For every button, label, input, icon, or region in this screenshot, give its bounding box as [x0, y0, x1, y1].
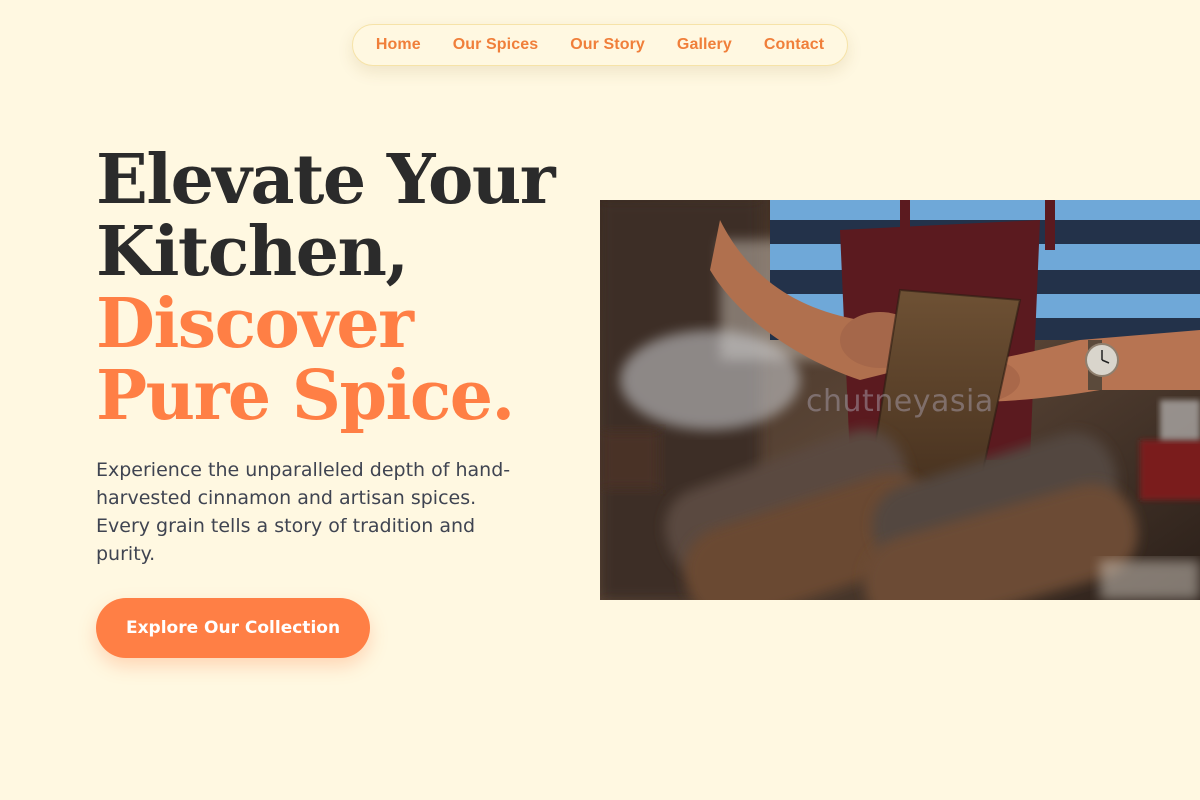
headline-line-1: Elevate Your [96, 140, 556, 220]
page: Home Our Spices Our Story Gallery Contac… [0, 0, 1200, 800]
nav-home-link[interactable]: Home [376, 36, 421, 54]
headline-line-2: Kitchen, [96, 212, 409, 292]
nav-our-story-link[interactable]: Our Story [570, 36, 645, 54]
photo-watermark: chutneyasia [806, 384, 994, 419]
hero-photo: chutneyasia [600, 200, 1200, 600]
nav-contact-link[interactable]: Contact [764, 36, 824, 54]
hero-headline: Elevate Your Kitchen, Discover Pure Spic… [96, 144, 556, 432]
headline-line-4: Pure Spice. [96, 356, 515, 436]
explore-collection-button[interactable]: Explore Our Collection [96, 598, 370, 658]
top-nav: Home Our Spices Our Story Gallery Contac… [352, 24, 848, 66]
headline-line-3: Discover [96, 284, 414, 364]
hero-description: Experience the unparalleled depth of han… [96, 459, 511, 565]
nav-gallery-link[interactable]: Gallery [677, 36, 732, 54]
nav-our-spices-link[interactable]: Our Spices [453, 36, 538, 54]
